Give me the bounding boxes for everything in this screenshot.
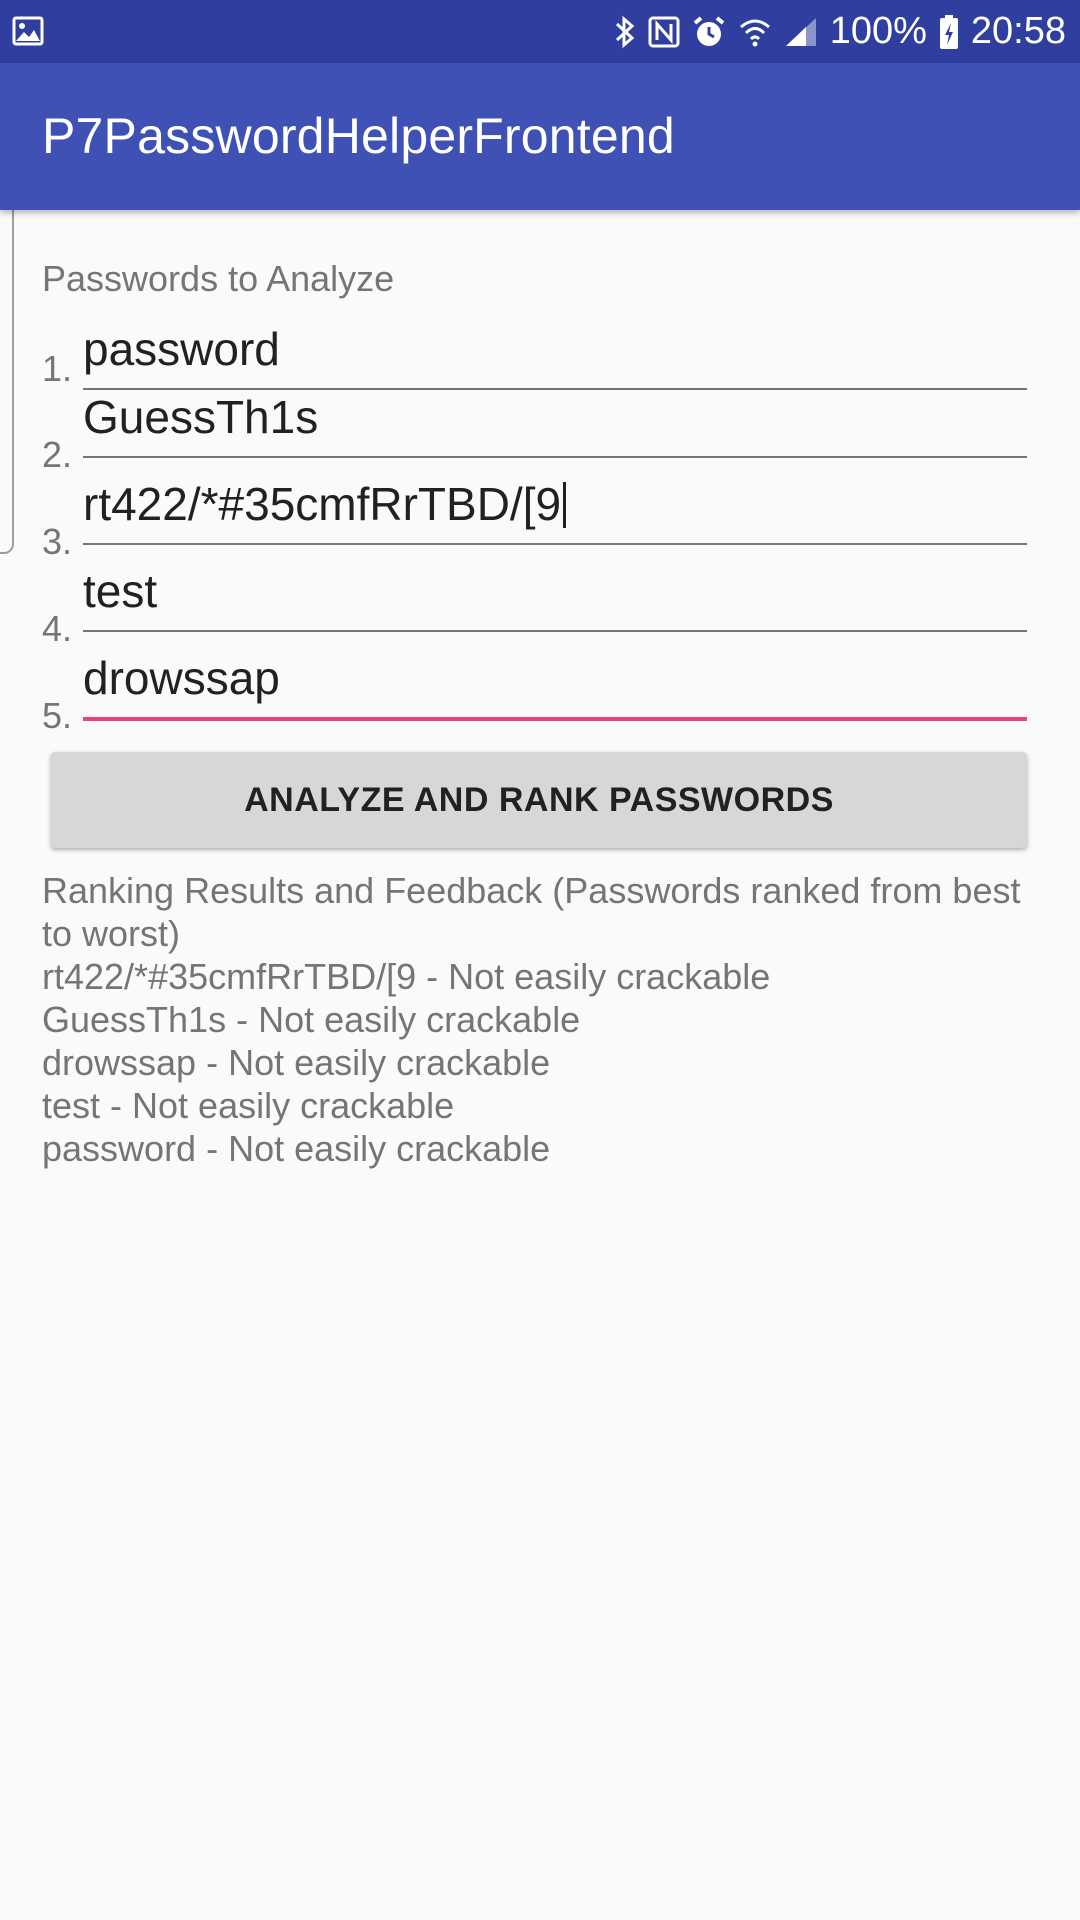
- battery-charging-icon: [939, 14, 959, 50]
- password-value: rt422/*#35cmfRrTBD/[9: [83, 477, 567, 531]
- password-text: rt422/*#35cmfRrTBD/[9: [83, 478, 562, 530]
- result-line: rt422/*#35cmfRrTBD/[9 - Not easily crack…: [42, 956, 771, 997]
- password-number: 2.: [42, 434, 73, 475]
- password-number: 3.: [42, 521, 73, 562]
- password-number: 5.: [42, 695, 73, 736]
- status-icons: 100% 20:58: [614, 0, 1066, 63]
- password-input-3[interactable]: rt422/*#35cmfRrTBD/[9: [83, 473, 1027, 545]
- signal-icon: [784, 16, 818, 48]
- wifi-icon: [738, 15, 772, 49]
- password-value: GuessTh1s: [83, 391, 319, 443]
- edge-panel-handle[interactable]: [0, 190, 14, 554]
- alarm-icon: [692, 15, 726, 49]
- password-input-5[interactable]: drowssap: [83, 647, 1027, 721]
- text-cursor: [563, 482, 567, 528]
- bluetooth-icon: [614, 14, 636, 50]
- result-line: password - Not easily crackable: [42, 1128, 551, 1169]
- section-label: Passwords to Analyze: [42, 258, 395, 299]
- clock: 20:58: [970, 10, 1066, 52]
- results-heading: Ranking Results and Feedback (Passwords …: [42, 870, 1021, 954]
- app-title: P7PasswordHelperFrontend: [42, 108, 675, 164]
- password-input-4[interactable]: test: [83, 560, 1027, 632]
- battery-percent: 100%: [829, 10, 927, 52]
- app-bar: P7PasswordHelperFrontend: [0, 63, 1080, 210]
- password-number: 4.: [42, 608, 73, 649]
- result-line: GuessTh1s - Not easily crackable: [42, 999, 581, 1040]
- password-value: drowssap: [83, 652, 280, 704]
- password-value: password: [83, 323, 280, 375]
- nfc-icon: [648, 16, 680, 48]
- result-line: drowssap - Not easily crackable: [42, 1042, 551, 1083]
- result-line: test - Not easily crackable: [42, 1085, 455, 1126]
- password-input-2[interactable]: GuessTh1s: [83, 386, 1027, 458]
- password-number: 1.: [42, 348, 73, 389]
- status-bar: 100% 20:58: [0, 0, 1080, 63]
- analyze-button[interactable]: ANALYZE AND RANK PASSWORDS: [51, 752, 1027, 848]
- password-input-1[interactable]: password: [83, 318, 1027, 390]
- password-value: test: [83, 565, 158, 617]
- results-panel: Ranking Results and Feedback (Passwords …: [42, 869, 1042, 1170]
- image-icon: [12, 16, 44, 51]
